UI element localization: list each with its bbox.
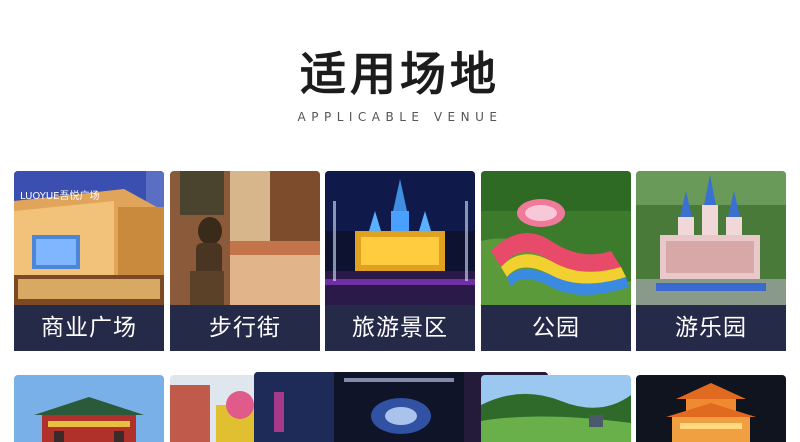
pedestrian-street-photo [170, 171, 320, 305]
section-subtitle: APPLICABLE VENUE [297, 110, 503, 124]
venue-card-pedestrian-street[interactable]: 步行街 [170, 171, 320, 351]
venue-label: 商业广场 [14, 305, 164, 351]
scenic-castle-fountain-photo [325, 171, 475, 305]
venue-label: 游乐园 [636, 305, 786, 351]
hillside-park-photo [481, 375, 631, 442]
venue-card-shopping-plaza[interactable]: LUOYUE吾悦广场 商业广场 [14, 171, 164, 351]
venue-label: 旅游景区 [325, 305, 475, 351]
shopping-mall-photo: LUOYUE吾悦广场 [14, 171, 164, 305]
section-title: 适用场地 [300, 47, 500, 101]
park-aerial-photo [481, 171, 631, 305]
amusement-park-castle-photo [636, 171, 786, 305]
mall-sign-text: LUOYUE吾悦广场 [20, 189, 99, 202]
venue-card-park[interactable]: 公园 [481, 171, 631, 351]
venue-card-temple[interactable] [14, 375, 164, 442]
temple-gate-photo [14, 375, 164, 442]
venue-card-scenic-area[interactable]: 旅游景区 [325, 171, 475, 351]
lit-pagoda-night-photo [636, 375, 786, 442]
venue-card-amusement-park[interactable]: 游乐园 [636, 171, 786, 351]
venue-card-hillside-park[interactable] [481, 375, 631, 442]
venue-label: 步行街 [170, 305, 320, 351]
venue-label: 公园 [481, 305, 631, 351]
venue-card-night-pagoda[interactable] [636, 375, 786, 442]
